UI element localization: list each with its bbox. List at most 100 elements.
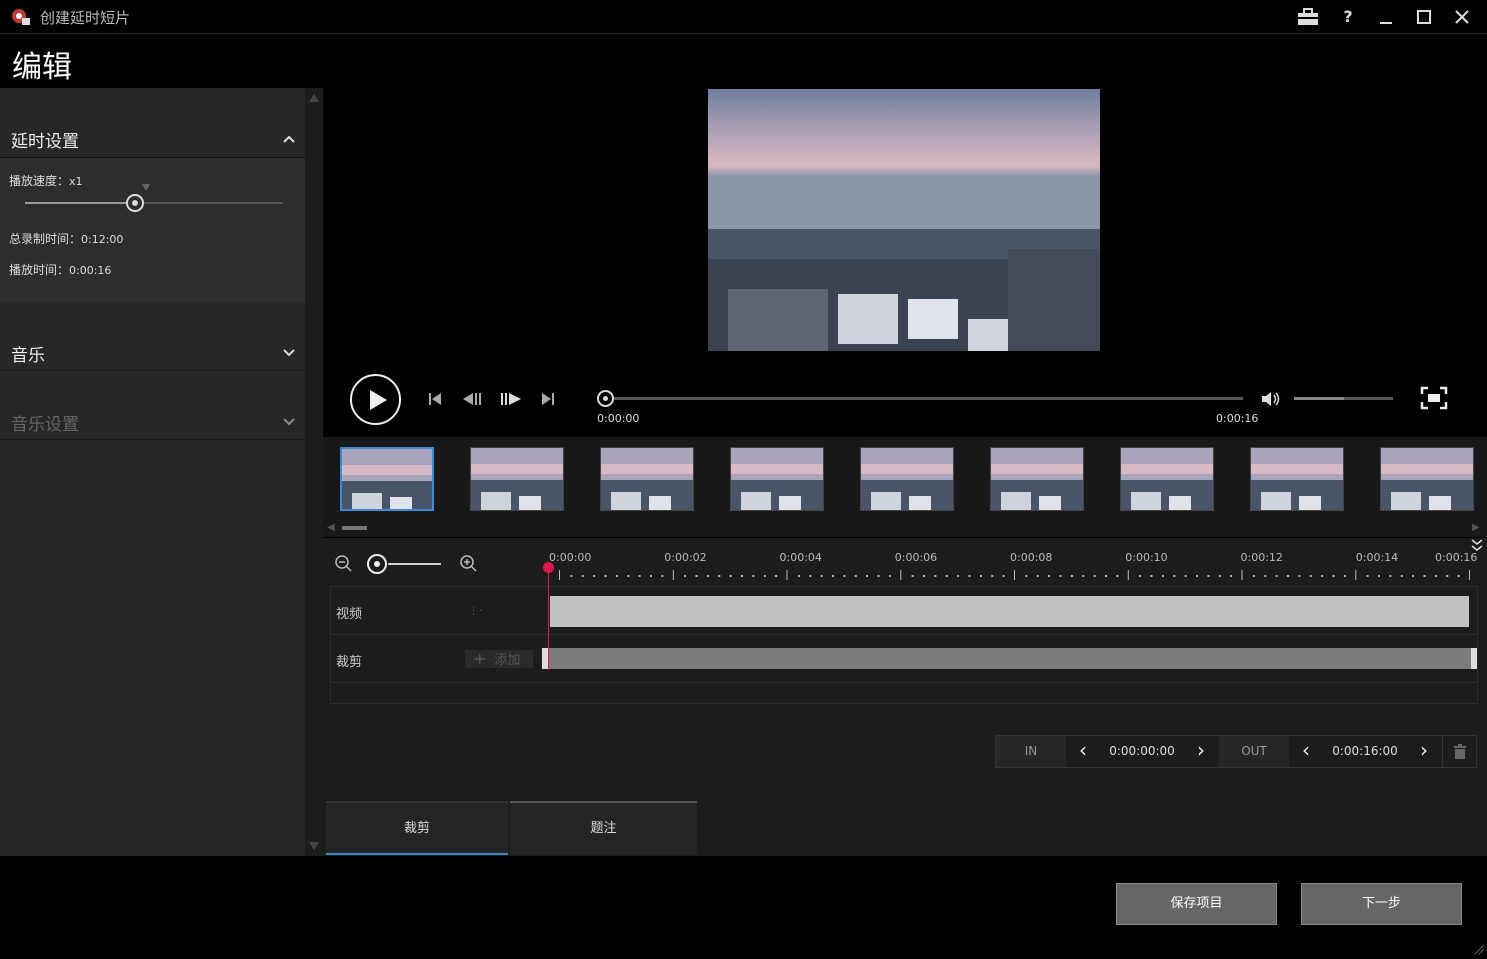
- ruler-tick: [888, 575, 891, 577]
- in-next-button[interactable]: ›: [1184, 736, 1218, 767]
- ruler-tick: [1446, 575, 1449, 577]
- out-label: OUT: [1219, 736, 1289, 767]
- skip-end-icon[interactable]: [540, 389, 556, 409]
- progress-track[interactable]: [605, 397, 1243, 400]
- section-music-settings-header[interactable]: 音乐设置: [0, 372, 305, 440]
- strip-scrollbar-thumb[interactable]: [342, 526, 367, 530]
- speed-slider-knob[interactable]: [126, 194, 144, 212]
- ruler-tick: [1423, 575, 1426, 577]
- volume-icon[interactable]: [1260, 389, 1282, 409]
- ruler-tick: [1321, 575, 1324, 577]
- track-expand-icon[interactable]: ⋮·: [468, 604, 483, 617]
- playhead-handle[interactable]: [543, 562, 554, 573]
- progress-knob[interactable]: [597, 390, 614, 407]
- end-time: 0:00:16: [1216, 412, 1259, 425]
- step-forward-icon[interactable]: [499, 389, 523, 409]
- ruler-tick: [1389, 575, 1392, 577]
- thumbnail-frame[interactable]: [600, 447, 694, 511]
- chevron-down-icon: [283, 349, 295, 357]
- thumbnail-frame[interactable]: [1250, 447, 1344, 511]
- in-time-value[interactable]: 0:00:00:00: [1100, 736, 1184, 767]
- ruler-tick: [1173, 575, 1176, 577]
- speed-value: x1: [69, 175, 83, 188]
- ruler-tick: [866, 575, 869, 577]
- chevron-up-icon: [283, 135, 295, 143]
- play-button[interactable]: [350, 374, 401, 425]
- resize-grip-icon[interactable]: [1473, 940, 1485, 959]
- ruler-tick: [1105, 575, 1107, 577]
- fullscreen-icon[interactable]: [1420, 386, 1448, 410]
- page-title: 编辑: [12, 50, 72, 85]
- thumbnail-frame[interactable]: [470, 447, 564, 511]
- ruler-tick: [1218, 575, 1221, 577]
- playhead-line[interactable]: [548, 566, 549, 670]
- app-logo-icon: [10, 7, 32, 27]
- ruler-tick: [1298, 575, 1301, 577]
- clip-track-bar[interactable]: [548, 648, 1472, 669]
- strip-scroll-right-icon[interactable]: ▶: [1472, 522, 1480, 533]
- section-timelapse-header[interactable]: 延时设置: [0, 105, 305, 158]
- ruler-tick: [1412, 575, 1415, 577]
- zoom-in-icon[interactable]: [460, 555, 478, 577]
- ruler-tick: [1025, 575, 1028, 577]
- section-music-settings-title: 音乐设置: [11, 415, 79, 435]
- title-bar: [0, 0, 1487, 34]
- trash-icon[interactable]: [1442, 736, 1476, 767]
- collapse-icon[interactable]: [1471, 538, 1483, 555]
- add-clip-button[interactable]: + 添加: [465, 650, 533, 668]
- tab-clip[interactable]: 裁剪: [326, 801, 508, 855]
- timeline-tick-label: 0:00:10: [1125, 551, 1168, 564]
- ruler-tick: [1116, 575, 1119, 577]
- ruler-tick: [1161, 575, 1164, 577]
- timeline-tick-label: 0:00:04: [779, 551, 822, 564]
- out-next-button[interactable]: ›: [1407, 736, 1441, 767]
- help-icon[interactable]: ?: [1337, 6, 1359, 28]
- zoom-slider-knob[interactable]: [367, 554, 387, 574]
- in-label: IN: [996, 736, 1066, 767]
- thumbnail-frame[interactable]: [1380, 447, 1474, 511]
- out-prev-button[interactable]: ‹: [1289, 736, 1323, 767]
- ruler-tick: [923, 575, 925, 577]
- timeline-tick-label: 0:00:02: [664, 551, 707, 564]
- skip-start-icon[interactable]: [427, 389, 443, 409]
- toolbox-icon[interactable]: [1297, 6, 1319, 28]
- ruler-tick: [1355, 570, 1357, 580]
- ruler-tick: [809, 575, 812, 577]
- play-time-row: 播放时间：0:00:16: [9, 261, 111, 278]
- close-button[interactable]: [1451, 6, 1473, 28]
- speed-default-marker: [142, 184, 150, 191]
- save-project-button[interactable]: 保存项目: [1116, 883, 1277, 925]
- thumbnail-frame[interactable]: [860, 447, 954, 511]
- zoom-slider-track[interactable]: [388, 563, 441, 565]
- ruler-tick: [832, 575, 834, 577]
- section-music-header[interactable]: 音乐: [0, 303, 305, 371]
- ruler-tick: [763, 575, 766, 577]
- thumbnail-frame[interactable]: [730, 447, 824, 511]
- thumbnail-frame[interactable]: [340, 447, 434, 511]
- play-time-value: 0:00:16: [69, 264, 112, 277]
- play-time-label: 播放时间：: [9, 263, 70, 277]
- ruler-tick: [752, 575, 755, 577]
- total-record-label: 总录制时间：: [9, 232, 82, 246]
- maximize-button[interactable]: [1413, 6, 1435, 28]
- next-step-button[interactable]: 下一步: [1301, 883, 1462, 925]
- clip-handle-right[interactable]: [1471, 648, 1477, 669]
- step-back-icon[interactable]: [461, 389, 485, 409]
- ruler-tick: [1093, 575, 1096, 577]
- ruler-tick: [1184, 575, 1187, 577]
- thumbnail-frame[interactable]: [990, 447, 1084, 511]
- sidebar-scrollbar[interactable]: [305, 88, 323, 856]
- ruler-tick: [797, 575, 800, 577]
- ruler-tick: [695, 575, 698, 577]
- out-time-value[interactable]: 0:00:16:00: [1323, 736, 1407, 767]
- video-track-bar[interactable]: [550, 596, 1469, 627]
- minimize-button[interactable]: [1375, 6, 1397, 28]
- ruler-tick: [945, 575, 948, 577]
- zoom-out-icon[interactable]: [335, 555, 353, 577]
- window-title: 创建延时短片: [40, 9, 131, 27]
- in-prev-button[interactable]: ‹: [1066, 736, 1100, 767]
- tab-caption[interactable]: 题注: [510, 801, 697, 855]
- strip-scroll-left-icon[interactable]: ◀: [327, 522, 335, 533]
- timeline-tick-label: 0:00:00: [549, 551, 592, 564]
- thumbnail-frame[interactable]: [1120, 447, 1214, 511]
